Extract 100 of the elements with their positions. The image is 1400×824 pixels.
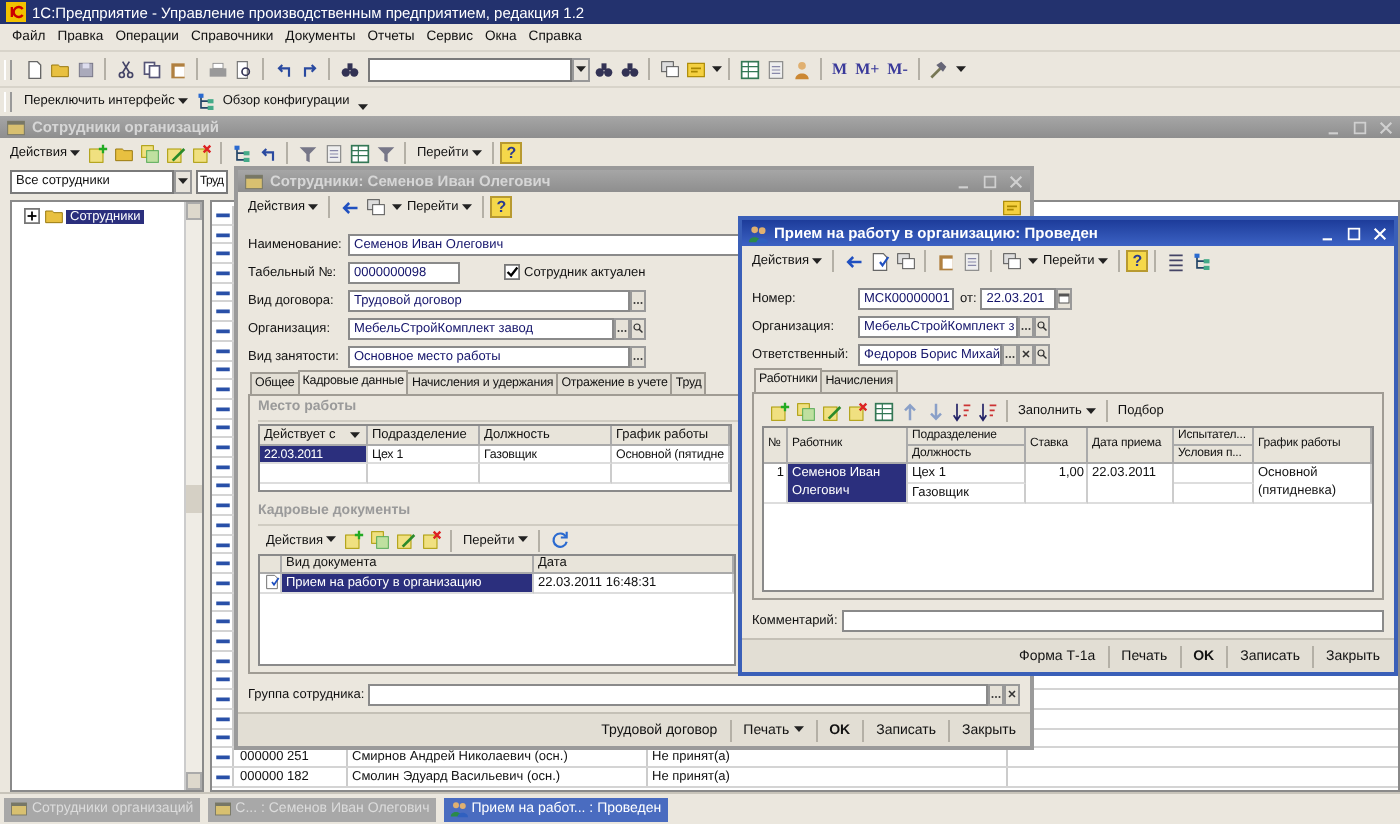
table-icon[interactable] xyxy=(873,401,893,421)
help-button[interactable]: ? xyxy=(490,196,513,218)
caret-icon xyxy=(793,726,804,734)
edit-icon[interactable] xyxy=(165,143,186,163)
arrow-left-icon[interactable] xyxy=(843,251,864,271)
windows-icon[interactable] xyxy=(365,197,386,217)
input-field[interactable] xyxy=(841,609,1384,631)
save-icon[interactable] xyxy=(75,59,95,79)
search-button[interactable] xyxy=(1034,315,1050,337)
window-icon xyxy=(10,800,28,818)
clear-icon xyxy=(1006,688,1018,700)
search-button[interactable] xyxy=(1034,343,1050,365)
sheet-icon[interactable] xyxy=(961,251,982,271)
note-icon[interactable] xyxy=(685,59,705,79)
hierarchy-icon[interactable] xyxy=(1191,251,1212,271)
copy-icon[interactable] xyxy=(141,59,161,79)
document-icon xyxy=(264,574,280,590)
dropdown-button[interactable] xyxy=(572,57,590,81)
dropdown-button[interactable] xyxy=(174,170,192,194)
select-button[interactable] xyxy=(630,345,646,367)
window-icon xyxy=(213,800,232,818)
windows-icon[interactable] xyxy=(659,59,679,79)
search-button[interactable] xyxy=(630,317,646,339)
folder-icon[interactable] xyxy=(113,143,134,163)
delete-icon[interactable] xyxy=(847,401,867,421)
folder-icon[interactable] xyxy=(49,59,69,79)
paste-icon[interactable] xyxy=(167,59,187,79)
caret-icon xyxy=(576,65,586,73)
list-icon[interactable] xyxy=(1165,251,1186,271)
binoculars-icon[interactable] xyxy=(593,59,613,79)
caret-icon xyxy=(308,203,319,211)
note-icon[interactable] xyxy=(1001,197,1021,217)
search-field[interactable] xyxy=(368,57,572,81)
new-document-icon[interactable] xyxy=(23,59,43,79)
document-icon[interactable] xyxy=(869,251,890,271)
undo-icon[interactable] xyxy=(273,59,293,79)
windows-icon[interactable] xyxy=(1001,251,1022,271)
hierarchy-icon xyxy=(195,91,216,111)
hierarchy-icon[interactable] xyxy=(231,143,252,163)
caret-icon[interactable] xyxy=(712,65,722,73)
edit-icon[interactable] xyxy=(821,401,841,421)
select-button[interactable] xyxy=(614,317,630,339)
caret-icon xyxy=(178,97,189,105)
calendar-button[interactable] xyxy=(1056,287,1073,309)
help-button[interactable]: ? xyxy=(1126,250,1149,272)
table-icon[interactable] xyxy=(739,59,759,79)
memory-button[interactable]: M xyxy=(828,60,852,78)
caret-icon[interactable] xyxy=(955,65,966,73)
help-button[interactable]: ? xyxy=(500,142,523,164)
redo-icon[interactable] xyxy=(299,59,319,79)
window-icon xyxy=(244,171,264,191)
select-button[interactable] xyxy=(1002,343,1018,365)
delete-icon[interactable] xyxy=(421,530,442,550)
binoculars-icon[interactable] xyxy=(619,59,639,79)
app-logo-icon xyxy=(6,2,26,22)
sort-icon[interactable] xyxy=(951,401,971,421)
cut-icon[interactable] xyxy=(115,59,135,79)
memory-button[interactable]: M+ xyxy=(851,60,884,78)
clear-button[interactable] xyxy=(1018,343,1034,365)
empty-cell[interactable] xyxy=(1174,464,1254,484)
clipboard-icon[interactable] xyxy=(935,251,956,271)
caret-icon xyxy=(1098,257,1109,265)
folder-icon xyxy=(43,206,63,226)
refresh-icon[interactable] xyxy=(549,530,570,550)
memory-button[interactable]: M- xyxy=(883,60,912,78)
caret-icon xyxy=(350,431,360,438)
checkbox[interactable] xyxy=(504,264,520,280)
undo-icon[interactable] xyxy=(257,143,278,163)
select-button[interactable] xyxy=(630,289,646,311)
edit-icon[interactable] xyxy=(395,530,416,550)
caret-icon xyxy=(326,536,337,544)
sheet-icon[interactable] xyxy=(765,59,785,79)
people-icon xyxy=(449,800,468,818)
empty-cell[interactable] xyxy=(1174,484,1254,504)
clear-button[interactable] xyxy=(1004,683,1020,705)
select-button[interactable] xyxy=(1018,315,1034,337)
scrollbar[interactable] xyxy=(184,202,202,790)
caret-icon xyxy=(472,149,483,157)
calendar-icon xyxy=(1058,292,1071,304)
caret-icon[interactable] xyxy=(392,203,403,211)
caret-icon[interactable] xyxy=(357,103,368,110)
preview-icon[interactable] xyxy=(233,59,253,79)
caret-icon xyxy=(518,536,529,544)
clear-icon xyxy=(1020,348,1032,360)
table-icon[interactable] xyxy=(349,143,370,163)
caret-icon[interactable] xyxy=(1028,257,1039,265)
search-icon xyxy=(1036,348,1048,360)
arrow-left-icon[interactable] xyxy=(339,197,360,217)
caret-icon xyxy=(462,203,473,211)
select-button[interactable] xyxy=(988,683,1004,705)
hammer-icon[interactable] xyxy=(928,59,949,79)
caret-icon xyxy=(1085,407,1096,415)
delete-icon[interactable] xyxy=(191,143,212,163)
sheet-icon[interactable] xyxy=(323,143,344,163)
caret-icon xyxy=(812,257,823,265)
input-field[interactable] xyxy=(368,683,988,705)
sort-icon[interactable] xyxy=(977,401,997,421)
windows-icon[interactable] xyxy=(895,251,916,271)
binoculars-icon[interactable] xyxy=(339,59,359,79)
expander-icon[interactable] xyxy=(24,208,40,224)
